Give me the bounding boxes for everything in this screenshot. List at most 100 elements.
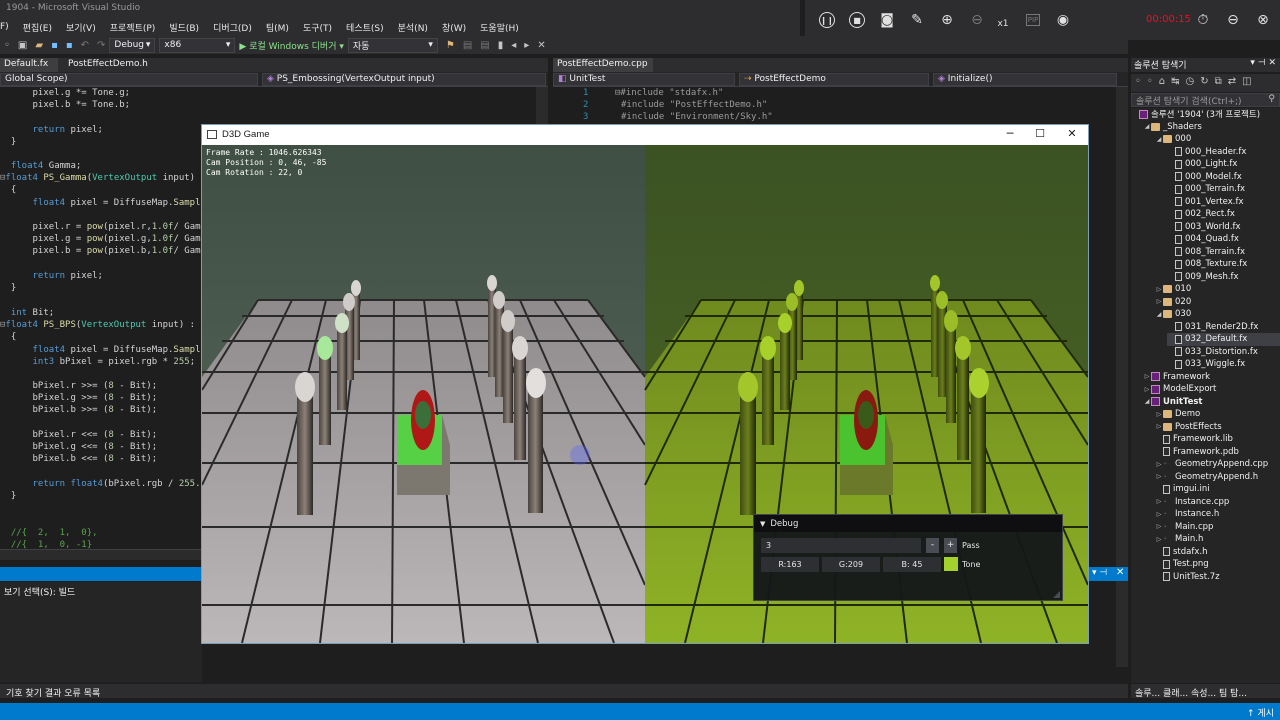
- solution-toolbar-icons[interactable]: ◦◦⌂↹◷↻⧉⇄◫: [1135, 76, 1258, 87]
- minimize-button[interactable]: ─: [1000, 127, 1020, 143]
- tree-item[interactable]: Test.png: [1155, 558, 1280, 571]
- pip-button[interactable]: PIP: [1023, 10, 1043, 30]
- tree-item[interactable]: 031_Render2D.fx: [1167, 321, 1280, 334]
- zoom-in-button[interactable]: ⊕: [937, 10, 957, 30]
- bottom-tab-labels[interactable]: 기호 찾기 결과 오류 목록: [6, 686, 100, 699]
- pass-decrement-button[interactable]: -: [926, 538, 939, 553]
- menu-item-4[interactable]: 빌드(B): [169, 21, 199, 34]
- expand-icon[interactable]: ▷: [1155, 298, 1163, 305]
- expand-icon[interactable]: ▷: [1155, 536, 1163, 543]
- auto-dropdown[interactable]: 자동 ▾: [347, 37, 438, 53]
- tone-color-swatch[interactable]: [944, 557, 958, 571]
- debug-panel[interactable]: ▼ Debug 3 - + Pass R:163 G:209 B: 45 Ton…: [753, 514, 1063, 601]
- menu-item-9[interactable]: 분석(N): [398, 21, 428, 34]
- tree-item[interactable]: ▷ Framework: [1143, 371, 1280, 384]
- expand-icon[interactable]: ▷: [1143, 386, 1151, 393]
- tree-item[interactable]: ▷ ⁺ Instance.h: [1155, 508, 1280, 521]
- tree-item[interactable]: ▷ 020: [1155, 296, 1280, 309]
- collapse-icon[interactable]: ◢: [1143, 123, 1151, 130]
- save-icon[interactable]: ▪: [51, 40, 58, 51]
- tree-item[interactable]: imgui.ini: [1155, 483, 1280, 496]
- tree-item[interactable]: ◢ UnitTest: [1143, 396, 1280, 409]
- pen-button[interactable]: ✎: [907, 10, 927, 30]
- tree-item[interactable]: 000_Light.fx: [1167, 158, 1280, 171]
- collapse-icon[interactable]: ◢: [1155, 136, 1163, 143]
- save-all-icon[interactable]: ▪: [66, 40, 73, 51]
- expand-icon[interactable]: ▷: [1155, 423, 1163, 430]
- expand-icon[interactable]: ▷: [1155, 523, 1163, 530]
- tree-item[interactable]: Framework.lib: [1155, 433, 1280, 446]
- zoom-out-button[interactable]: ⊖: [967, 10, 987, 30]
- tree-item[interactable]: ◢ 000: [1155, 133, 1280, 146]
- solution-bottom-tab-labels[interactable]: 솔루... 클래... 속성... 팀 탐...: [1135, 686, 1247, 699]
- menu-item-1[interactable]: 편집(E): [23, 21, 52, 34]
- resize-grip[interactable]: [1053, 591, 1060, 598]
- collapse-icon[interactable]: ▼: [760, 520, 765, 528]
- tone-b-field[interactable]: B: 45: [883, 557, 941, 572]
- tree-item[interactable]: ▷ ⁺ Instance.cpp: [1155, 496, 1280, 509]
- tree-item[interactable]: ▷ ⁺ GeometryAppend.h: [1155, 471, 1280, 484]
- panel-menu-icon[interactable]: ▾ ⊣ ✕: [1250, 58, 1276, 68]
- camera-button[interactable]: ◙: [877, 10, 897, 30]
- comment-icon[interactable]: ▤: [463, 40, 472, 51]
- menu-item-5[interactable]: 디버그(D): [213, 21, 252, 34]
- uncomment-icon[interactable]: ▤: [480, 40, 489, 51]
- tree-item[interactable]: ▷ 010: [1155, 283, 1280, 296]
- platform-dropdown[interactable]: x86 ▾: [159, 37, 236, 53]
- tab-posteffectdemo-h[interactable]: PostEffectDemo.h: [64, 58, 174, 72]
- stop-record-button[interactable]: ■: [847, 10, 867, 30]
- open-folder-icon[interactable]: ▰: [35, 40, 43, 51]
- hide-button[interactable]: ◉: [1053, 10, 1073, 30]
- pass-increment-button[interactable]: +: [944, 538, 957, 553]
- tree-item[interactable]: 008_Terrain.fx: [1167, 246, 1280, 259]
- tab-posteffectdemo-cpp[interactable]: PostEffectDemo.cpp: [553, 58, 653, 72]
- close-recorder-button[interactable]: ⊗: [1253, 10, 1273, 30]
- timer-button[interactable]: ⏱: [1193, 10, 1213, 30]
- menu-item-11[interactable]: 도움말(H): [480, 21, 519, 34]
- tree-item[interactable]: 009_Mesh.fx: [1167, 271, 1280, 284]
- expand-icon[interactable]: ▷: [1155, 411, 1163, 418]
- tab-default-fx[interactable]: Default.fx: [0, 58, 58, 72]
- output-source-label[interactable]: 보기 선택(S): 빌드: [0, 583, 202, 599]
- debug-panel-header[interactable]: ▼ Debug: [754, 515, 1062, 532]
- tree-item[interactable]: ▷ ModelExport: [1143, 383, 1280, 396]
- expand-icon[interactable]: ▷: [1155, 461, 1163, 468]
- tree-item[interactable]: ▷ ⁺ GeometryAppend.cpp: [1155, 458, 1280, 471]
- tree-item[interactable]: 033_Wiggle.fx: [1167, 358, 1280, 371]
- tree-item[interactable]: ◢ 030: [1155, 308, 1280, 321]
- publish-button[interactable]: ↑ 게시: [1247, 706, 1274, 719]
- function-dropdown[interactable]: ◈ PS_Embossing(VertexOutput input): [262, 73, 546, 86]
- tone-g-field[interactable]: G:209: [822, 557, 880, 572]
- tree-item[interactable]: 000_Terrain.fx: [1167, 183, 1280, 196]
- tree-item[interactable]: ◢ _Shaders: [1143, 121, 1280, 134]
- project-dropdown[interactable]: ◧ UnitTest: [553, 73, 735, 86]
- tree-item[interactable]: 솔루션 '1904' (3개 프로젝트): [1131, 108, 1280, 121]
- menu-item-7[interactable]: 도구(T): [303, 21, 332, 34]
- bookmark-prev-icon[interactable]: ◂: [511, 40, 516, 51]
- tree-item[interactable]: 002_Rect.fx: [1167, 208, 1280, 221]
- tree-item[interactable]: 000_Header.fx: [1167, 146, 1280, 159]
- expand-icon[interactable]: ▷: [1155, 498, 1163, 505]
- config-dropdown[interactable]: Debug ▾: [109, 37, 156, 53]
- tree-item[interactable]: 001_Vertex.fx: [1167, 196, 1280, 209]
- scope-dropdown[interactable]: Global Scope): [0, 73, 258, 86]
- menu-item-0[interactable]: F): [0, 22, 9, 32]
- game-title-bar[interactable]: D3D Game ─ ☐ ✕: [202, 125, 1088, 145]
- pin-icon[interactable]: ▾ ⊣: [1092, 568, 1107, 578]
- tree-item[interactable]: Framework.pdb: [1155, 446, 1280, 459]
- tree-item[interactable]: 032_Default.fx: [1167, 333, 1280, 346]
- method-dropdown[interactable]: ◈ Initialize(): [933, 73, 1117, 86]
- bookmark-next-icon[interactable]: ▸: [524, 40, 529, 51]
- tree-item[interactable]: 003_World.fx: [1167, 221, 1280, 234]
- tree-item[interactable]: ▷ PostEffects: [1155, 421, 1280, 434]
- menu-item-2[interactable]: 보기(V): [66, 21, 96, 34]
- maximize-button[interactable]: ☐: [1030, 127, 1050, 143]
- tree-item[interactable]: ▷ Demo: [1155, 408, 1280, 421]
- undo-icon[interactable]: ↶: [81, 40, 89, 51]
- class-dropdown[interactable]: ⇢ PostEffectDemo: [739, 73, 929, 86]
- collapse-icon[interactable]: ◢: [1155, 311, 1163, 318]
- close-window-button[interactable]: ✕: [1062, 127, 1082, 143]
- expand-icon[interactable]: ▷: [1155, 473, 1163, 480]
- bookmark-icon[interactable]: ▮: [498, 40, 504, 51]
- minimize-recorder-button[interactable]: ⊖: [1223, 10, 1243, 30]
